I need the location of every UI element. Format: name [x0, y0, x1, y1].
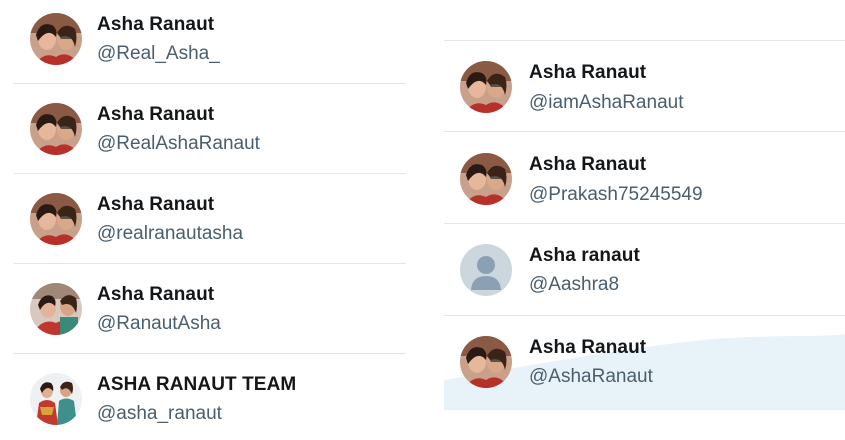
user-row[interactable]: Asha Ranaut @iamAshaRanaut: [444, 40, 845, 132]
right-user-list: Asha Ranaut @iamAshaRanaut Asha Ranaut @…: [444, 40, 845, 406]
default-profile-icon[interactable]: [460, 244, 512, 296]
user-row[interactable]: Asha Ranaut @Prakash75245549: [444, 132, 845, 224]
user-display-name[interactable]: Asha Ranaut: [97, 194, 214, 216]
user-display-name[interactable]: Asha Ranaut: [529, 62, 646, 84]
user-display-name[interactable]: Asha Ranaut: [97, 104, 214, 126]
user-handle[interactable]: @Real_Asha_: [97, 43, 220, 65]
user-row[interactable]: ASHA RANAUT TEAM @asha_ranaut: [14, 354, 406, 440]
user-handle[interactable]: @Aashra8: [529, 274, 619, 296]
user-handle[interactable]: @Prakash75245549: [529, 184, 703, 206]
user-display-name[interactable]: Asha Ranaut: [97, 284, 214, 306]
user-handle[interactable]: @RealAshaRanaut: [97, 133, 260, 155]
user-display-name[interactable]: Asha Ranaut: [97, 14, 214, 36]
user-display-name[interactable]: Asha ranaut: [529, 245, 640, 267]
user-row[interactable]: Asha ranaut @Aashra8: [444, 224, 845, 316]
user-avatar[interactable]: [30, 193, 82, 245]
user-avatar[interactable]: [30, 373, 82, 425]
user-avatar[interactable]: [30, 283, 82, 335]
user-display-name[interactable]: ASHA RANAUT TEAM: [97, 374, 296, 396]
user-display-name[interactable]: Asha Ranaut: [529, 337, 646, 359]
user-handle[interactable]: @iamAshaRanaut: [529, 92, 683, 114]
left-user-list: Asha Ranaut @Real_Asha_ Asha Ranaut @Rea…: [14, 0, 406, 440]
user-row[interactable]: Asha Ranaut @AshaRanaut: [444, 316, 845, 406]
user-avatar[interactable]: [460, 153, 512, 205]
user-row[interactable]: Asha Ranaut @RanautAsha: [14, 264, 406, 354]
user-avatar[interactable]: [460, 61, 512, 113]
user-handle[interactable]: @asha_ranaut: [97, 403, 222, 425]
user-avatar[interactable]: [460, 336, 512, 388]
user-avatar[interactable]: [30, 13, 82, 65]
user-handle[interactable]: @AshaRanaut: [529, 366, 653, 388]
user-row[interactable]: Asha Ranaut @RealAshaRanaut: [14, 84, 406, 174]
user-row[interactable]: Asha Ranaut @Real_Asha_: [14, 0, 406, 84]
user-row[interactable]: Asha Ranaut @realranautasha: [14, 174, 406, 264]
user-handle[interactable]: @realranautasha: [97, 223, 243, 245]
user-avatar[interactable]: [30, 103, 82, 155]
user-display-name[interactable]: Asha Ranaut: [529, 154, 646, 176]
user-handle[interactable]: @RanautAsha: [97, 313, 221, 335]
